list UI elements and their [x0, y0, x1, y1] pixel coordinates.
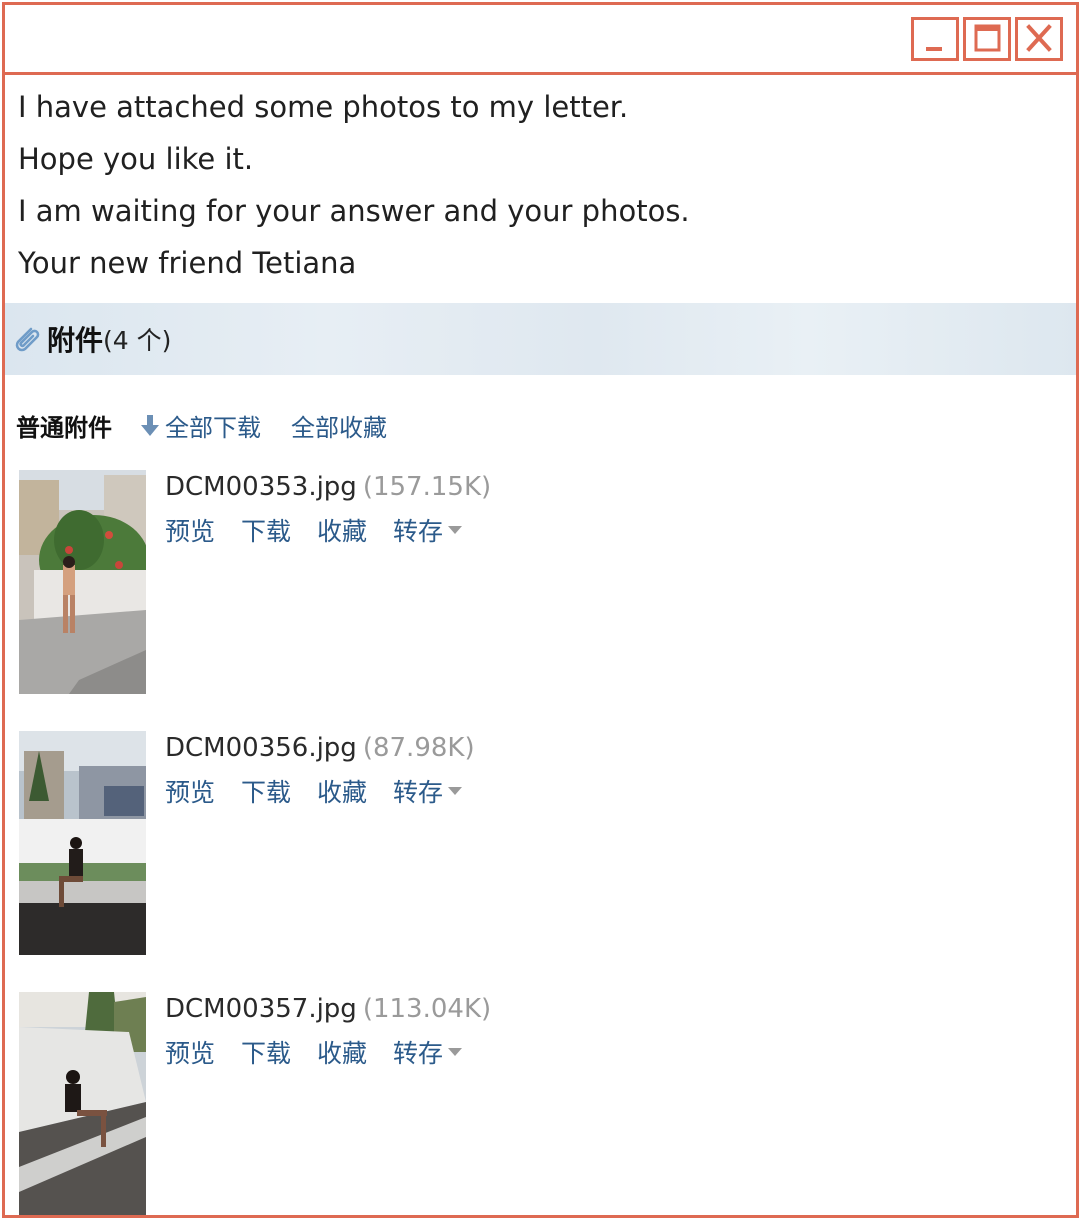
download-arrow-icon [141, 415, 159, 436]
attachment-size: (157.15K) [362, 472, 492, 502]
title-bar [5, 5, 1076, 75]
attachment-actions: 预览 下载 收藏 转存 [165, 1034, 491, 1070]
preview-link[interactable]: 预览 [165, 512, 215, 548]
favorite-link[interactable]: 收藏 [317, 512, 367, 548]
maximize-button[interactable] [963, 17, 1011, 61]
preview-link[interactable]: 预览 [165, 773, 215, 809]
message-line: Your new friend Tetiana [18, 246, 357, 280]
attachment-item: DCM00353.jpg (157.15K) 预览 下载 收藏 转存 [19, 470, 1069, 696]
download-link[interactable]: 下载 [241, 512, 291, 548]
attachment-thumbnail[interactable] [19, 992, 146, 1215]
attachment-info: DCM00357.jpg (113.04K) 预览 下载 收藏 转存 [165, 992, 491, 1070]
preview-link[interactable]: 预览 [165, 1034, 215, 1070]
attachment-size: (113.04K) [362, 994, 492, 1024]
download-link[interactable]: 下载 [241, 1034, 291, 1070]
attachment-thumbnail[interactable] [19, 470, 146, 694]
favorite-link[interactable]: 收藏 [317, 773, 367, 809]
attachment-info: DCM00353.jpg (157.15K) 预览 下载 收藏 转存 [165, 470, 491, 548]
attachments-count: (4 个) [103, 326, 172, 355]
download-all-link[interactable]: 全部下载 [138, 408, 261, 443]
message-line: Hope you like it. [18, 142, 254, 176]
close-icon [1026, 24, 1052, 52]
attachment-filename[interactable]: DCM00353.jpg [165, 472, 357, 502]
chevron-down-icon[interactable] [447, 525, 463, 535]
attachment-filename[interactable]: DCM00357.jpg [165, 994, 357, 1024]
attachments-header: 附件 (4 个) [5, 303, 1076, 375]
minimize-icon [926, 47, 942, 51]
chevron-down-icon[interactable] [447, 786, 463, 796]
transfer-link[interactable]: 转存 [393, 1034, 443, 1070]
attachments-title: 附件 [47, 324, 104, 357]
save-all-link[interactable]: 全部收藏 [291, 408, 387, 443]
download-all-label: 全部下载 [165, 413, 261, 442]
transfer-link[interactable]: 转存 [393, 512, 443, 548]
attachment-filename[interactable]: DCM00356.jpg [165, 733, 357, 763]
favorite-link[interactable]: 收藏 [317, 1034, 367, 1070]
message-body: I have attached some photos to my letter… [5, 75, 1076, 289]
message-line: I am waiting for your answer and your ph… [18, 194, 690, 228]
minimize-button[interactable] [911, 17, 959, 61]
window-controls [911, 17, 1063, 61]
maximize-icon [974, 24, 1001, 52]
attachment-actions: 预览 下载 收藏 转存 [165, 773, 475, 809]
attachment-item: DCM00357.jpg (113.04K) 预览 下载 收藏 转存 [19, 992, 1069, 1215]
attachment-item: DCM00356.jpg (87.98K) 预览 下载 收藏 转存 [19, 731, 1069, 957]
attachment-size: (87.98K) [362, 733, 475, 763]
email-window: I have attached some photos to my letter… [2, 2, 1079, 1218]
attachment-thumbnail[interactable] [19, 731, 146, 955]
attachment-actions: 预览 下载 收藏 转存 [165, 512, 491, 548]
transfer-link[interactable]: 转存 [393, 773, 443, 809]
message-line: I have attached some photos to my letter… [18, 90, 629, 124]
attachment-info: DCM00356.jpg (87.98K) 预览 下载 收藏 转存 [165, 731, 475, 809]
paperclip-icon [15, 327, 40, 352]
attachments-toolbar: 普通附件 全部下载 全部收藏 [16, 405, 387, 445]
chevron-down-icon[interactable] [447, 1047, 463, 1057]
normal-attachments-label: 普通附件 [16, 413, 112, 442]
close-button[interactable] [1015, 17, 1063, 61]
download-link[interactable]: 下载 [241, 773, 291, 809]
